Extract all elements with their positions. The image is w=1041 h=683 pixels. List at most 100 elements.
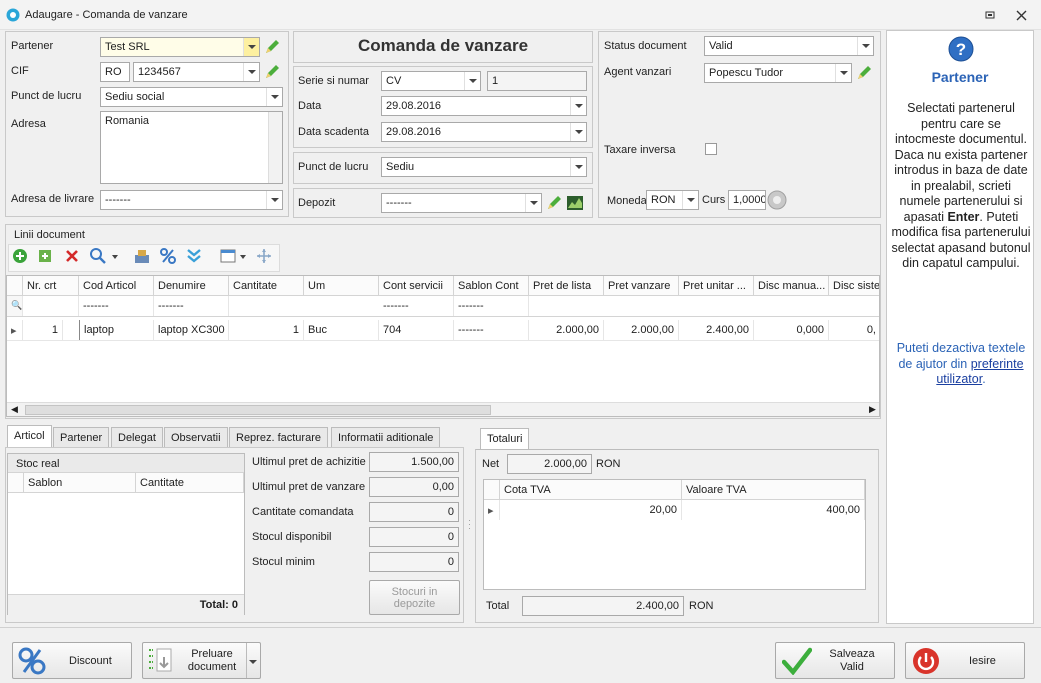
- col-header-um[interactable]: Um: [304, 276, 379, 296]
- search-icon[interactable]: [89, 247, 107, 265]
- tab-observatii[interactable]: Observatii: [164, 427, 228, 447]
- edit-cif-icon[interactable]: [263, 63, 281, 81]
- edit-deposit-icon[interactable]: [545, 194, 563, 212]
- due-date-input[interactable]: 29.08.2016: [381, 122, 587, 142]
- doc-work-point-select[interactable]: Sediu: [381, 157, 587, 177]
- cell-unit-price[interactable]: 2.400,00: [679, 320, 754, 340]
- stock-col-qty[interactable]: Cantitate: [136, 473, 244, 493]
- address-scrollbar[interactable]: [268, 112, 282, 183]
- rate-input[interactable]: 1,0000: [728, 190, 766, 210]
- import-document-button[interactable]: Preluare document: [142, 642, 261, 679]
- import-document-dropdown[interactable]: [246, 643, 261, 678]
- stock-col-template[interactable]: Sablon: [24, 473, 136, 493]
- series-dropdown[interactable]: [464, 72, 480, 90]
- insert-line-icon[interactable]: [37, 247, 55, 265]
- grid-horizontal-scrollbar[interactable]: ◀ ▶: [7, 402, 879, 416]
- status-dropdown[interactable]: [857, 37, 873, 55]
- col-header-unit-price[interactable]: Pret unitar ...: [679, 276, 754, 296]
- partner-input[interactable]: Test SRL: [100, 37, 260, 57]
- col-header-manual-disc[interactable]: Disc manua...: [754, 276, 829, 296]
- vat-value-cell[interactable]: 400,00: [682, 500, 865, 520]
- filter-cell[interactable]: -------: [379, 296, 454, 316]
- work-point-dropdown[interactable]: [266, 88, 282, 106]
- col-header-name[interactable]: Denumire: [154, 276, 229, 296]
- deposit-select[interactable]: -------: [381, 193, 542, 213]
- vat-col-value[interactable]: Valoare TVA: [682, 480, 865, 500]
- edit-agent-icon[interactable]: [855, 64, 873, 82]
- filter-cell[interactable]: -------: [154, 296, 229, 316]
- discount-button[interactable]: Discount: [12, 642, 132, 679]
- col-header-system-disc[interactable]: Disc sister: [829, 276, 879, 296]
- stock-deposits-button[interactable]: Stocuri in depozite: [369, 580, 460, 615]
- deposit-dropdown[interactable]: [525, 194, 541, 212]
- col-header-nr[interactable]: Nr. crt: [23, 276, 79, 296]
- splitter-handle[interactable]: · · ·: [468, 516, 472, 534]
- reverse-tax-checkbox[interactable]: [705, 143, 717, 155]
- col-header-sale-price[interactable]: Pret vanzare: [604, 276, 679, 296]
- scroll-left-icon[interactable]: ◀: [11, 404, 18, 415]
- vat-rate-cell[interactable]: 20,00: [500, 500, 682, 520]
- cell-template[interactable]: -------: [454, 320, 529, 340]
- work-point-select[interactable]: Sediu social: [100, 87, 283, 107]
- search-dropdown-icon[interactable]: [110, 247, 120, 265]
- tab-totals[interactable]: Totaluri: [480, 428, 530, 450]
- columns-dropdown-icon[interactable]: [238, 247, 248, 265]
- agent-select[interactable]: Popescu Tudor: [704, 63, 852, 83]
- date-dropdown[interactable]: [570, 97, 586, 115]
- doc-work-point-dropdown[interactable]: [570, 158, 586, 176]
- edit-partner-icon[interactable]: [263, 38, 281, 56]
- status-select[interactable]: Valid: [704, 36, 874, 56]
- columns-icon[interactable]: [219, 247, 237, 265]
- add-line-icon[interactable]: [11, 247, 29, 265]
- tab-partener[interactable]: Partener: [53, 427, 110, 447]
- number-input[interactable]: 1: [487, 71, 587, 91]
- col-header-list-price[interactable]: Pret de lista: [529, 276, 604, 296]
- stock-icon[interactable]: [133, 247, 151, 265]
- cif-input[interactable]: 1234567: [133, 62, 260, 82]
- address-textarea[interactable]: Romania: [100, 111, 283, 184]
- cell-service-account[interactable]: 704: [379, 320, 454, 340]
- col-header-service-account[interactable]: Cont servicii: [379, 276, 454, 296]
- cif-prefix-input[interactable]: RO: [100, 62, 130, 82]
- tab-reprez-facturare[interactable]: Reprez. facturare: [229, 427, 328, 447]
- cell-system-disc[interactable]: 0,: [829, 320, 879, 340]
- col-header-template[interactable]: Sablon Cont: [454, 276, 529, 296]
- currency-select[interactable]: RON: [646, 190, 699, 210]
- tab-informatii-aditionale[interactable]: Informatii aditionale: [331, 427, 441, 447]
- cell-list-price[interactable]: 2.000,00: [529, 320, 604, 340]
- discount-line-icon[interactable]: [159, 247, 177, 265]
- series-select[interactable]: CV: [381, 71, 481, 91]
- deposit-stock-icon[interactable]: [566, 194, 584, 212]
- scroll-right-icon[interactable]: ▶: [869, 404, 876, 415]
- col-header-qty[interactable]: Cantitate: [229, 276, 304, 296]
- delivery-dropdown[interactable]: [266, 191, 282, 209]
- delete-line-icon[interactable]: [63, 247, 81, 265]
- scrollbar-thumb[interactable]: [25, 405, 491, 415]
- date-input[interactable]: 29.08.2016: [381, 96, 587, 116]
- filter-cell[interactable]: [23, 296, 79, 316]
- partner-dropdown[interactable]: [243, 38, 259, 56]
- exit-button[interactable]: Iesire: [905, 642, 1025, 679]
- vat-col-rate[interactable]: Cota TVA: [500, 480, 682, 500]
- delivery-select[interactable]: -------: [100, 190, 283, 210]
- cif-dropdown[interactable]: [243, 63, 259, 81]
- currency-dropdown[interactable]: [682, 191, 698, 209]
- expand-down-icon[interactable]: [185, 247, 203, 265]
- cell-nr[interactable]: 1: [23, 320, 63, 340]
- refresh-rate-icon[interactable]: [767, 190, 787, 210]
- restore-icon[interactable]: [985, 10, 996, 20]
- cell-qty[interactable]: 1: [229, 320, 304, 340]
- cell-sale-price[interactable]: 2.000,00: [604, 320, 679, 340]
- save-valid-button[interactable]: Salveaza Valid: [775, 642, 895, 679]
- due-date-dropdown[interactable]: [570, 123, 586, 141]
- filter-cell[interactable]: -------: [79, 296, 154, 316]
- move-icon[interactable]: [255, 247, 273, 265]
- cell-um[interactable]: Buc: [304, 320, 379, 340]
- cell-code[interactable]: laptop: [79, 320, 154, 340]
- tab-delegat[interactable]: Delegat: [111, 427, 163, 447]
- cell-name[interactable]: laptop XC300: [154, 320, 229, 340]
- filter-cell[interactable]: -------: [454, 296, 529, 316]
- col-header-code[interactable]: Cod Articol: [79, 276, 154, 296]
- agent-dropdown[interactable]: [835, 64, 851, 82]
- tab-articol[interactable]: Articol: [7, 425, 52, 447]
